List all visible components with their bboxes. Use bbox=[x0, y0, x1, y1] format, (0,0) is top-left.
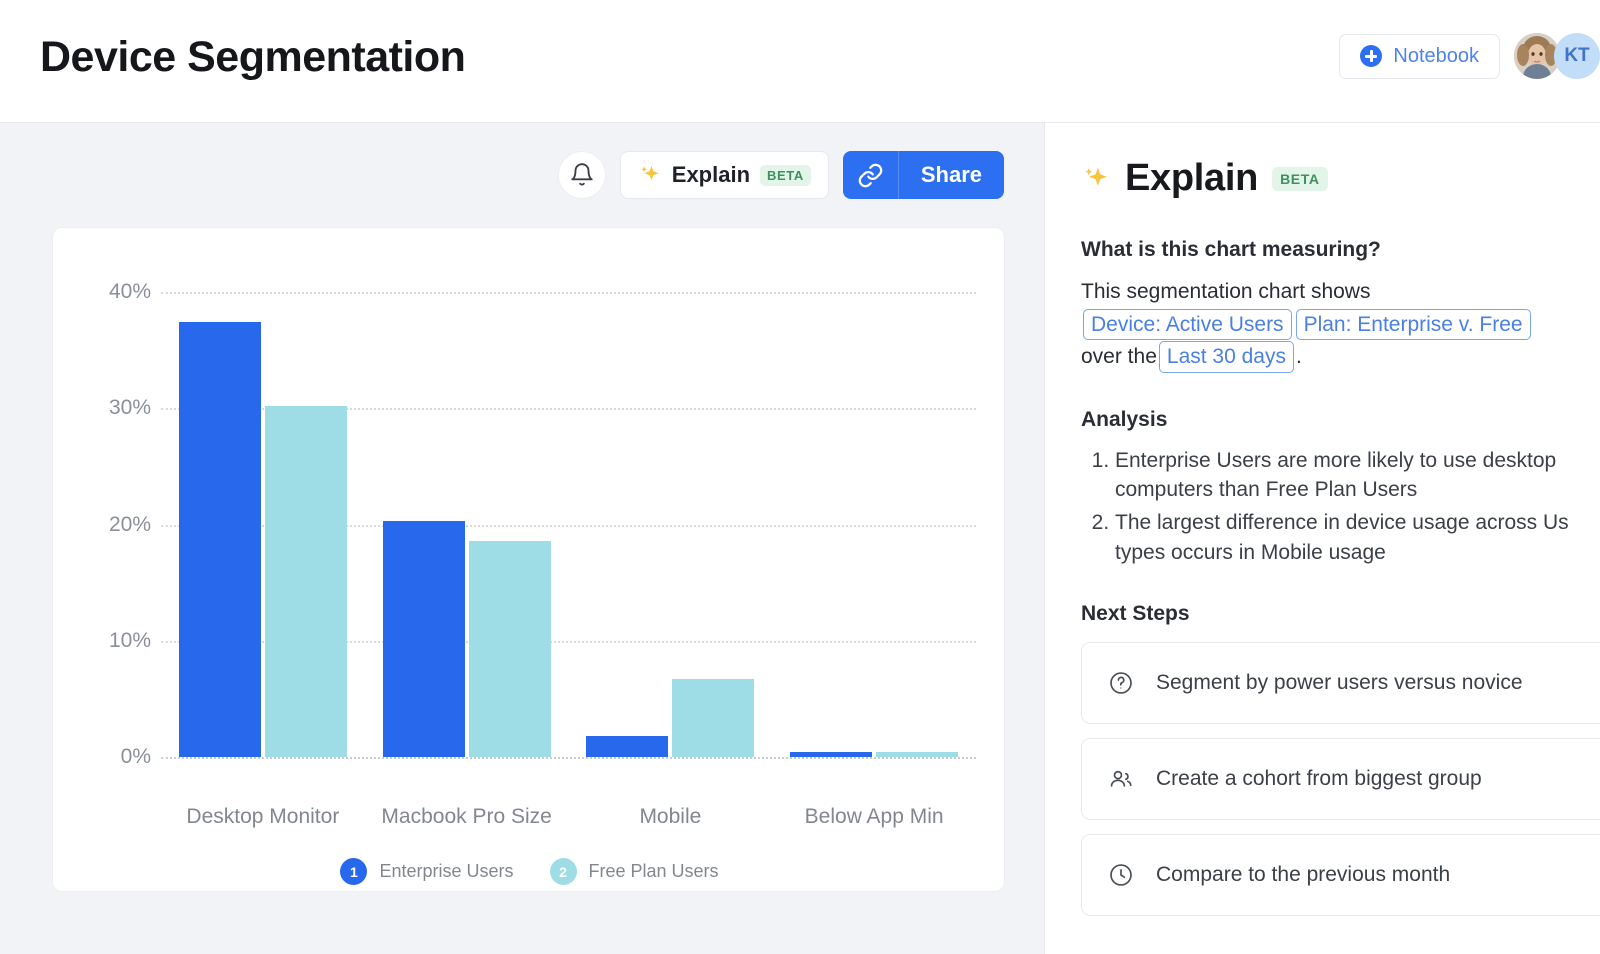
x-axis-line bbox=[161, 757, 976, 759]
bar[interactable] bbox=[586, 736, 669, 757]
bar-chart[interactable]: 0% 10% 20% 30% 40% Desktop Monitor Macbook Pro… bbox=[53, 228, 1006, 893]
avatar-initials[interactable]: KT bbox=[1554, 33, 1600, 79]
explain-button-label: Explain bbox=[671, 162, 751, 187]
legend-label: Free Plan Users bbox=[588, 861, 719, 881]
gridline bbox=[161, 292, 976, 294]
alert-button[interactable] bbox=[557, 151, 606, 199]
analysis-list: Enterprise Users are more likely to use … bbox=[1115, 446, 1600, 568]
summary-suffix: . bbox=[1295, 345, 1302, 369]
share-button-group: Share bbox=[842, 151, 1004, 199]
summary-mid: over the bbox=[1081, 345, 1157, 369]
next-step-card[interactable]: Segment by power users versus novice bbox=[1081, 641, 1600, 724]
legend-item[interactable]: 2 Free Plan Users bbox=[549, 858, 719, 885]
y-axis-tick-label: 20% bbox=[108, 512, 151, 536]
body-area: Explain BETA Share 0% 10% 20% 30% 40% Desktop… bbox=[0, 123, 1600, 954]
legend-swatch: 2 bbox=[549, 858, 577, 885]
page-header: Device Segmentation Notebook KT bbox=[0, 0, 1600, 123]
next-steps-list: Segment by power users versus novice Crea… bbox=[1081, 641, 1600, 916]
header-actions: Notebook KT bbox=[1339, 33, 1600, 79]
chart-pane: Explain BETA Share 0% 10% 20% 30% 40% Desktop… bbox=[0, 123, 1044, 954]
bar[interactable] bbox=[876, 752, 959, 757]
bar[interactable] bbox=[382, 521, 465, 757]
explain-summary: This segmentation chart shows Device: Ac… bbox=[1081, 276, 1600, 374]
analysis-item: Enterprise Users are more likely to use … bbox=[1115, 446, 1600, 506]
question-circle-icon bbox=[1110, 672, 1132, 694]
x-axis-tick-label: Macbook Pro Size bbox=[381, 805, 552, 828]
analysis-item-line: computers than Free Plan Users bbox=[1115, 478, 1418, 502]
chart-legend: 1 Enterprise Users 2 Free Plan Users bbox=[53, 858, 1006, 885]
app-root: Device Segmentation Notebook KT Explain … bbox=[0, 0, 1600, 954]
legend-label: Enterprise Users bbox=[379, 861, 514, 881]
plus-circle-icon bbox=[1360, 45, 1383, 67]
explain-button[interactable]: Explain BETA bbox=[619, 151, 829, 199]
bar[interactable] bbox=[672, 679, 755, 757]
chip-breakdown[interactable]: Plan: Enterprise v. Free bbox=[1295, 308, 1531, 341]
explain-panel-header: Explain BETA bbox=[1081, 157, 1600, 200]
next-step-label: Segment by power users versus novice bbox=[1156, 670, 1523, 694]
bell-icon bbox=[571, 163, 593, 186]
next-steps-heading: Next Steps bbox=[1081, 601, 1190, 625]
analysis-item-line: types occurs in Mobile usage bbox=[1115, 541, 1386, 565]
next-step-card[interactable]: Create a cohort from biggest group bbox=[1081, 737, 1600, 820]
page-title: Device Segmentation bbox=[40, 33, 466, 81]
x-axis-tick-label: Mobile bbox=[639, 805, 702, 828]
link-icon bbox=[858, 163, 883, 187]
x-axis-tick-label: Desktop Monitor bbox=[186, 805, 340, 828]
sparkle-icon bbox=[641, 166, 659, 181]
clock-icon bbox=[1110, 864, 1132, 886]
analysis-item: The largest difference in device usage a… bbox=[1115, 508, 1600, 568]
y-axis-tick-label: 10% bbox=[108, 628, 151, 652]
chip-date-range[interactable]: Last 30 days bbox=[1158, 341, 1294, 373]
chip-metric[interactable]: Device: Active Users bbox=[1083, 308, 1292, 341]
x-axis-tick-label: Below App Min bbox=[804, 805, 944, 828]
chart-toolbar: Explain BETA Share bbox=[557, 151, 1004, 199]
analysis-item-line: Enterprise Users are more likely to use … bbox=[1115, 448, 1557, 472]
notebook-button[interactable]: Notebook bbox=[1339, 33, 1500, 79]
share-button: Share bbox=[920, 162, 982, 187]
summary-prefix: This segmentation chart shows bbox=[1081, 280, 1371, 303]
next-step-label: Create a cohort from biggest group bbox=[1156, 766, 1482, 790]
bar[interactable] bbox=[264, 405, 347, 757]
next-step-card[interactable]: Compare to the previous month bbox=[1081, 833, 1600, 916]
copy-link-button[interactable] bbox=[843, 151, 899, 199]
analysis-heading: Analysis bbox=[1081, 407, 1168, 431]
explain-panel-beta-badge: BETA bbox=[1272, 166, 1328, 191]
explain-panel-title: Explain bbox=[1125, 157, 1259, 199]
y-axis-tick-label: 0% bbox=[120, 745, 151, 768]
next-step-label: Compare to the previous month bbox=[1156, 862, 1451, 886]
legend-swatch: 1 bbox=[340, 858, 368, 885]
people-icon bbox=[1110, 770, 1132, 787]
bar[interactable] bbox=[178, 322, 261, 757]
sparkle-icon bbox=[1085, 167, 1107, 186]
y-axis-tick-label: 30% bbox=[108, 396, 151, 420]
y-axis-tick-label: 40% bbox=[108, 280, 151, 303]
chart-card: 0% 10% 20% 30% 40% Desktop Monitor Macbook Pro… bbox=[52, 227, 1005, 892]
explain-panel: Explain BETA What is this chart measurin… bbox=[1044, 123, 1600, 954]
legend-item[interactable]: 1 Enterprise Users bbox=[340, 858, 514, 885]
explain-question: What is this chart measuring? bbox=[1081, 238, 1381, 261]
bar[interactable] bbox=[790, 752, 873, 757]
analysis-item-line: The largest difference in device usage a… bbox=[1115, 511, 1569, 535]
avatar-group: KT bbox=[1514, 33, 1600, 79]
bar[interactable] bbox=[468, 540, 551, 757]
notebook-button-label: Notebook bbox=[1393, 44, 1479, 67]
explain-beta-badge: BETA bbox=[760, 164, 811, 186]
